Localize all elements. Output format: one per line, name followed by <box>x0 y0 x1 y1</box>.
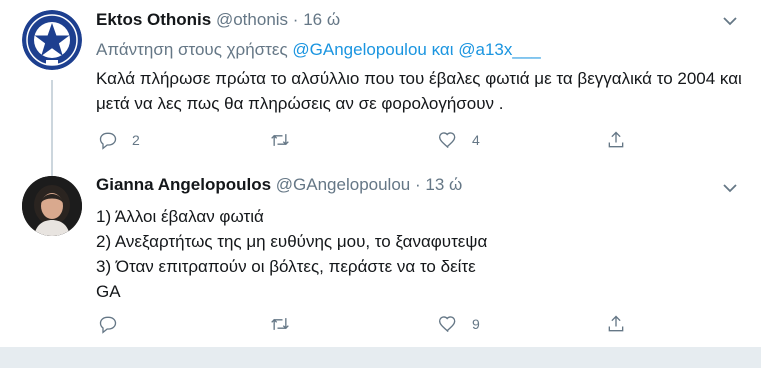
retweet-button[interactable] <box>270 309 304 339</box>
tweet-header: Gianna Angelopoulos @GAngelopoulou · 13 … <box>96 175 462 195</box>
tweet-text: 1) Άλλοι έβαλαν φωτιά 2) Ανεξαρτήτως της… <box>96 204 736 304</box>
share-button[interactable] <box>606 125 626 155</box>
retweet-button[interactable] <box>270 125 304 155</box>
club-logo-icon <box>22 10 82 70</box>
reply-icon <box>99 132 117 150</box>
tweet-actions: 9 <box>96 309 761 339</box>
tweet-angelopoulos[interactable]: Gianna Angelopoulos @GAngelopoulou · 13 … <box>0 167 761 347</box>
share-icon <box>608 131 624 148</box>
mention-link[interactable]: @GAngelopoulou <box>292 40 426 59</box>
reply-conjunction: και <box>431 40 454 59</box>
user-handle[interactable]: @othonis <box>216 10 288 29</box>
share-button[interactable] <box>606 309 626 339</box>
tweet-othonis[interactable]: Ektos Othonis @othonis · 16 ώ Απάντηση σ… <box>0 0 761 180</box>
reply-icon <box>99 316 117 334</box>
separator-dot: · <box>414 175 421 194</box>
tweet-header: Ektos Othonis @othonis · 16 ώ <box>96 10 340 30</box>
share-icon <box>608 315 624 332</box>
tweet-text: Καλά πλήρωσε πρώτα το αλσύλλιο που του έ… <box>96 69 742 113</box>
retweet-icon <box>271 134 289 146</box>
caret-down-icon[interactable] <box>719 14 741 30</box>
reply-to-line: Απάντηση στους χρήστες @GAngelopoulou κα… <box>96 40 541 60</box>
avatar-othonis[interactable] <box>22 10 82 70</box>
like-icon <box>438 132 456 148</box>
caret-down-icon[interactable] <box>719 181 741 197</box>
display-name[interactable]: Gianna Angelopoulos <box>96 175 271 194</box>
like-button[interactable]: 4 <box>438 125 480 155</box>
retweet-icon <box>271 318 289 330</box>
tweet-text-line: 2) Ανεξαρτήτως της μη ευθύνης μου, το ξα… <box>96 232 488 251</box>
reply-button[interactable]: 2 <box>98 125 140 155</box>
avatar-angelopoulos[interactable] <box>22 176 82 236</box>
display-name[interactable]: Ektos Othonis <box>96 10 211 29</box>
reply-count: 2 <box>132 132 140 148</box>
like-count: 9 <box>472 316 480 332</box>
user-handle[interactable]: @GAngelopoulou <box>276 175 410 194</box>
reply-button[interactable] <box>98 309 132 339</box>
timestamp[interactable]: 16 ώ <box>303 10 340 29</box>
tweet-text-line: GA <box>96 282 121 301</box>
reply-to-prefix: Απάντηση στους χρήστες <box>96 40 288 59</box>
mention-link[interactable]: @a13x___ <box>458 40 541 59</box>
thread-line <box>51 80 53 180</box>
timestamp[interactable]: 13 ώ <box>425 175 462 194</box>
tweet-text-line: 1) Άλλοι έβαλαν φωτιά <box>96 207 264 226</box>
tweet-text-line: 3) Όταν επιτραπούν οι βόλτες, περάστε να… <box>96 257 476 276</box>
like-button[interactable]: 9 <box>438 309 480 339</box>
timeline-divider <box>0 347 761 368</box>
like-count: 4 <box>472 132 480 148</box>
like-icon <box>438 316 456 332</box>
profile-photo-icon <box>22 176 82 236</box>
separator-dot: · <box>292 10 299 29</box>
tweet-actions: 2 4 <box>96 125 761 155</box>
